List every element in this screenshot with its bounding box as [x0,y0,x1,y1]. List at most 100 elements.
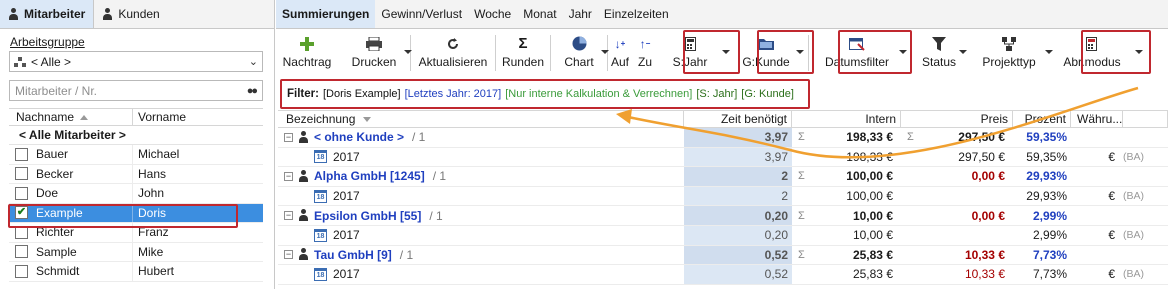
tab-jahr[interactable]: Jahr [563,0,598,28]
tab-kunden[interactable]: Kunden [94,0,167,28]
dropdown-arrow-icon[interactable] [1135,50,1143,54]
nachtrag-button[interactable]: Nachtrag [276,30,338,75]
column-waehrung[interactable]: Währu... [1071,111,1123,127]
projekttyp-button[interactable]: Projekttyp [971,30,1053,75]
preis-cell [901,187,1013,206]
summary-grid: Bezeichnung Zeit benötigt Intern Preis P… [278,110,1168,285]
tab-monat[interactable]: Monat [517,0,562,28]
employee-checkbox[interactable] [15,186,28,200]
employee-checkbox[interactable] [15,147,28,161]
intern-cell: 198,33 € [792,148,901,167]
dropdown-arrow-icon[interactable] [899,50,907,54]
prozent-cell: 29,93% [1026,189,1067,204]
tab-einzelzeiten[interactable]: Einzelzeiten [598,0,675,28]
collapse-toggle-icon[interactable]: − [284,211,293,221]
sum-year-button[interactable]: S:Jahr [662,30,730,75]
preis-cell: 10,33 € [901,246,1013,265]
abrechnungsmodus-button[interactable]: Abr.modus [1059,30,1143,75]
button-label: Projekttyp [982,55,1036,69]
chevron-down-icon[interactable]: ⌄ [249,55,258,68]
filter-bar: Filter: [Doris Example] [Letztes Jahr: 2… [280,79,810,109]
zeit-cell: 2 [684,167,792,186]
currency-cell [1071,167,1123,186]
aktualisieren-button[interactable]: Aktualisieren [411,30,495,75]
customer-group-row[interactable]: − Tau GmbH [9] / 1 0,52 Σ 25,83 € 10,33 € 7,73% [278,245,1168,266]
button-label: Aktualisieren [418,55,488,69]
employee-checkbox[interactable] [15,167,28,181]
employee-checkbox[interactable] [15,225,28,239]
collapse-toggle-icon[interactable]: − [284,171,293,181]
prozent-cell: 29,93% [1026,169,1067,184]
tab-gewinn-verlust[interactable]: Gewinn/Verlust [375,0,468,28]
sigma-icon: Σ [907,131,914,144]
button-label: Chart [564,55,594,69]
currency-value: € [1108,149,1115,164]
employee-row[interactable]: Schmidt Hubert [9,262,263,282]
datumsfilter-button[interactable]: Datumsfilter [819,30,907,75]
year-row[interactable]: 18 2017 2 100,00 € 29,93% € (BA) [278,186,1168,207]
column-firstname[interactable]: Vorname [133,109,186,125]
zeit-cell: 3,97 [684,128,792,147]
collapse-toggle-icon[interactable]: − [284,250,293,260]
button-label: G:Kunde [742,55,790,69]
customer-group-row[interactable]: − Epsilon GmbH [55] / 1 0,20 Σ 10,00 € 0,00 € 2… [278,206,1168,226]
year-row[interactable]: 18 2017 0,20 10,00 € 2,99% € (BA) [278,225,1168,246]
filter-period: [Letztes Jahr: 2017] [404,88,502,100]
customer-group-row[interactable]: − < ohne Kunde > / 1 3,97 Σ 198,33 € Σ 297,50 €… [278,128,1168,148]
employee-checkbox[interactable] [15,264,28,278]
chart-button[interactable]: Chart [551,30,609,75]
all-employees-row[interactable]: < Alle Mitarbeiter > [9,126,263,145]
expand-button[interactable]: ↓ + Auf [608,30,632,75]
collapse-button[interactable]: ↑ − Zu [632,30,658,75]
column-bezeichnung[interactable]: Bezeichnung [278,111,684,127]
employee-checkbox[interactable] [15,245,28,259]
employee-firstname: Hubert [138,264,175,279]
runden-button[interactable]: Σ Runden [496,30,550,75]
zeit-cell: 0,20 [684,206,792,225]
row-count: / 1 [412,130,426,145]
preis-cell: 0,00 € [901,206,1013,225]
dropdown-arrow-icon[interactable] [796,50,804,54]
year-label: 2017 [333,189,360,204]
button-label: Auf [610,55,629,69]
status-button[interactable]: Status [913,30,967,75]
employee-row[interactable]: Bauer Michael [9,145,263,165]
dropdown-arrow-icon[interactable] [959,50,967,54]
folder-icon [758,35,774,52]
currency-value: € [1108,228,1115,243]
customer-icon [298,130,309,144]
customer-group-row[interactable]: − Alpha GmbH [1245] / 1 2 Σ 100,00 € 0,00 € 29,… [278,167,1168,187]
employee-row[interactable]: Becker Hans [9,164,263,184]
binoculars-icon[interactable]: ●● [247,85,258,97]
employee-search-input[interactable]: Mitarbeiter / Nr. ●● [9,80,263,101]
column-prozent[interactable]: Prozent [1013,111,1071,127]
intern-value: 10,00 € [852,208,893,223]
app-window: Mitarbeiter Kunden Arbeitsgruppe < Alle … [0,0,1168,289]
employee-row[interactable]: Richter Franz [9,223,263,243]
dropdown-arrow-icon[interactable] [722,50,730,54]
dropdown-arrow-icon[interactable] [1045,50,1053,54]
employee-row[interactable]: Doe John [9,184,263,204]
drucken-button[interactable]: Drucken [338,30,412,75]
column-zeit[interactable]: Zeit benötigt [684,111,792,127]
employee-row[interactable]: ✔ Example Doris [9,203,263,223]
employee-row[interactable]: Sample Mike [9,242,263,262]
group-customer-button[interactable]: G:Kunde [738,30,804,75]
column-lastname[interactable]: Nachname [9,109,133,125]
intern-cell: 25,83 € [792,265,901,284]
collapse-toggle-icon[interactable]: − [284,132,293,142]
summary-panel: Summierungen Gewinn/Verlust Woche Monat … [276,0,1168,289]
year-row[interactable]: 18 2017 3,97 198,33 € 297,50 € 59,35% € (BA) [278,147,1168,168]
prozent-cell: 2,99% [1032,208,1067,223]
year-row[interactable]: 18 2017 0,52 25,83 € 10,33 € 7,73% € (BA) [278,265,1168,285]
preis-value: 10,33 € [964,267,1005,282]
employee-checkbox[interactable]: ✔ [15,206,28,220]
tab-woche[interactable]: Woche [468,0,517,28]
tab-summierungen[interactable]: Summierungen [276,0,376,28]
column-intern[interactable]: Intern [792,111,901,127]
group-select[interactable]: < Alle > ⌄ [9,51,263,72]
column-preis[interactable]: Preis [901,111,1013,127]
button-label: Abr.modus [1063,55,1121,69]
tab-mitarbeiter[interactable]: Mitarbeiter [0,0,95,28]
tab-label: Kunden [118,7,160,21]
